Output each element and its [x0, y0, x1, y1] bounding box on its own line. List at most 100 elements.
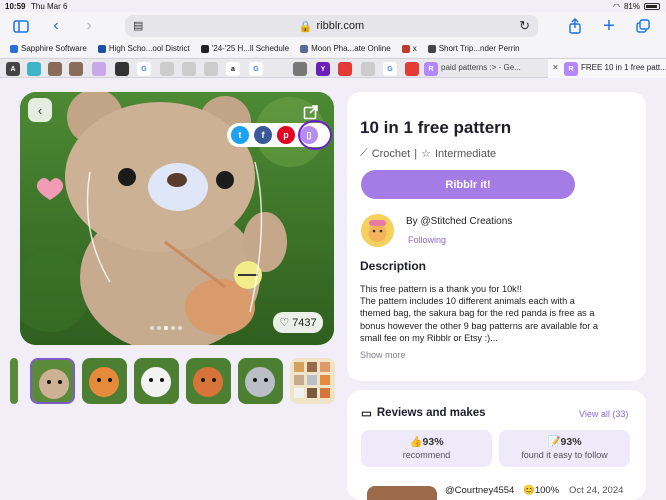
easy-to-follow-stat: 📝93% found it easy to follow: [499, 430, 630, 467]
pinterest-icon[interactable]: p: [277, 126, 295, 144]
thumbnail-image: [32, 360, 73, 402]
tab-favicon-icon[interactable]: [48, 62, 62, 76]
carousel-dots: [150, 326, 182, 330]
avatar[interactable]: [361, 214, 394, 247]
tab-favicon-icon[interactable]: G: [383, 62, 397, 76]
level-icon: ☆: [421, 148, 431, 160]
comment-icon: ▭: [361, 408, 372, 420]
forward-icon[interactable]: ›: [78, 16, 100, 36]
tab-favicon-icon[interactable]: A: [6, 62, 20, 76]
bookmark-favicon-icon: [200, 44, 209, 53]
tab-favicon-icon[interactable]: G: [137, 62, 151, 76]
sidebar-icon[interactable]: [10, 16, 32, 36]
carousel-dot[interactable]: [164, 326, 168, 330]
carousel-dot[interactable]: [171, 326, 175, 330]
tab-favicon-icon[interactable]: R: [424, 62, 438, 76]
tab-favicon-icon[interactable]: [338, 62, 352, 76]
bookmark-item[interactable]: '24-'25 H...ll Schedule: [200, 44, 289, 53]
difficulty-link[interactable]: Intermediate: [435, 148, 496, 160]
craft-link[interactable]: Crochet: [372, 148, 411, 160]
bookmark-item[interactable]: Moon Pha...ate Online: [300, 44, 391, 53]
tab-favicon-icon[interactable]: [204, 62, 218, 76]
view-all-link[interactable]: View all (33): [579, 409, 628, 419]
bookmark-favicon-icon: [401, 44, 410, 53]
new-tab-icon[interactable]: +: [598, 15, 620, 37]
bookmark-item[interactable]: x: [401, 44, 417, 53]
facebook-icon[interactable]: f: [254, 126, 272, 144]
thumbnail[interactable]: [238, 358, 283, 404]
tab-favicon-icon: R: [564, 62, 578, 76]
review-photo: [367, 486, 437, 500]
pattern-title: 10 in 1 free pattern: [360, 118, 512, 137]
clock: 10:59: [5, 2, 26, 11]
twitter-icon[interactable]: t: [231, 126, 249, 144]
tab-favicon-icon[interactable]: [405, 62, 419, 76]
thumbnail[interactable]: [186, 358, 231, 404]
battery-icon: [644, 3, 660, 10]
thumbnail-strip: [10, 358, 335, 404]
close-icon[interactable]: ✕: [552, 63, 559, 72]
carousel-dot[interactable]: [178, 326, 182, 330]
url-text: ribblr.com: [316, 20, 365, 32]
tab-favicon-icon[interactable]: [27, 62, 41, 76]
tab-favicon-icon[interactable]: a: [226, 62, 240, 76]
thumbnail[interactable]: [290, 358, 335, 404]
external-share-icon[interactable]: [301, 102, 321, 122]
show-more-link[interactable]: Show more: [360, 350, 406, 360]
annotation-circle: [298, 120, 332, 150]
thumbnail[interactable]: [82, 358, 127, 404]
hook-icon: ⟋: [360, 147, 368, 159]
tab-active[interactable]: ✕ R FREE 10 in 1 free patt...: [548, 59, 666, 78]
tab-favicon-icon[interactable]: G: [249, 62, 263, 76]
tab-favicon-icon[interactable]: [69, 62, 83, 76]
tab-favicon-icon[interactable]: Y: [316, 62, 330, 76]
share-icon[interactable]: [564, 16, 586, 36]
bookmarks-bar: Sapphire Software High Scho...ool Distri…: [0, 40, 666, 57]
bookmark-item[interactable]: High Scho...ool District: [97, 44, 190, 53]
tab-strip: A G a G Y G R paid patterns :> - Ge... ✕…: [0, 58, 666, 78]
recommend-stat: 👍93% recommend: [361, 430, 492, 467]
browser-toolbar: ‹ › ▤ 🔒 ribblr.com ↻ +: [0, 12, 666, 40]
bookmark-favicon-icon: [427, 44, 436, 53]
meta-separator: |: [414, 147, 418, 160]
carousel-dot[interactable]: [157, 326, 161, 330]
tab-favicon-icon[interactable]: [182, 62, 196, 76]
back-icon[interactable]: ‹: [45, 16, 67, 36]
tabs-overview-icon[interactable]: [632, 16, 654, 36]
page-menu-icon[interactable]: ▤: [133, 19, 143, 32]
ribblr-it-button[interactable]: Ribblr it!: [361, 170, 575, 199]
like-button[interactable]: ♡ 7437: [273, 312, 323, 333]
designer-name[interactable]: By @Stitched Creations: [406, 216, 512, 227]
tab-active-label: FREE 10 in 1 free patt...: [581, 63, 666, 72]
thumbnail[interactable]: [134, 358, 179, 404]
address-bar[interactable]: ▤ 🔒 ribblr.com ↻: [125, 15, 538, 37]
thumbnail[interactable]: [10, 358, 18, 404]
wifi-icon: ◠: [613, 2, 620, 11]
tab-favicon-icon[interactable]: [92, 62, 106, 76]
tab-favicon-icon[interactable]: [115, 62, 129, 76]
review-item[interactable]: @Courtney4554 😊100% Oct 24, 2024: [361, 480, 646, 500]
review-user[interactable]: @Courtney4554: [445, 485, 514, 496]
bookmark-item[interactable]: Short Trip...nder Perrin: [427, 44, 520, 53]
thumbnail-image: [134, 358, 179, 404]
bookmark-favicon-icon: [97, 44, 106, 53]
carousel-dot[interactable]: [150, 326, 154, 330]
bookmark-favicon-icon: [300, 44, 309, 53]
following-button[interactable]: Following: [408, 235, 446, 245]
thumbnail[interactable]: [30, 358, 75, 404]
like-count: 7437: [292, 316, 317, 329]
pattern-meta: ⟋ Crochet | ☆ Intermediate: [360, 147, 496, 160]
description-text: This free pattern is a thank you for 10k…: [360, 284, 599, 343]
bookmark-item[interactable]: Sapphire Software: [10, 44, 87, 53]
battery-percent: 81%: [623, 2, 640, 11]
description-heading: Description: [360, 259, 427, 273]
tab-favicon-icon[interactable]: [293, 62, 307, 76]
reload-icon[interactable]: ↻: [519, 18, 530, 34]
thumbnail-image: [186, 358, 231, 404]
back-button[interactable]: ‹: [28, 98, 52, 122]
tab-favicon-icon[interactable]: [361, 62, 375, 76]
designer-avatar-image: [361, 214, 394, 247]
reviews-heading: ▭ Reviews and makes: [361, 407, 486, 420]
tab-favicon-icon[interactable]: [160, 62, 174, 76]
tab-paid-patterns[interactable]: paid patterns :> - Ge...: [441, 63, 521, 72]
